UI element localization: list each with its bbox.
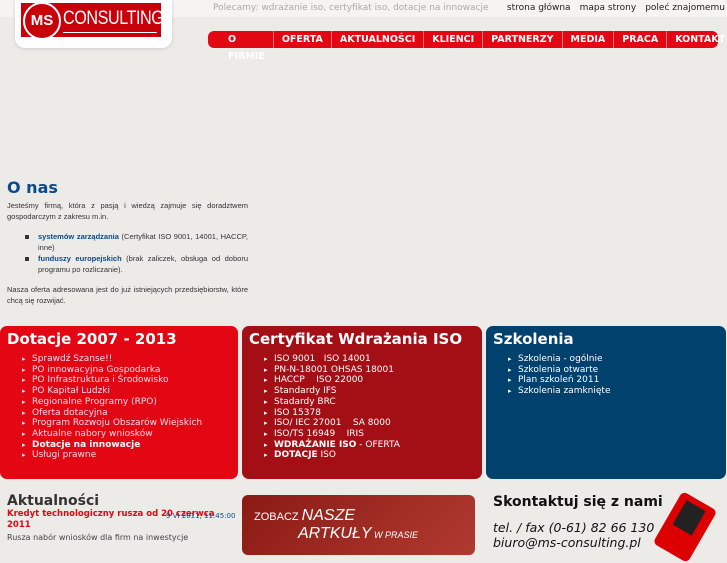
main-nav: O FIRMIE OFERTA AKTUALNOŚCI KLIENCI PART… [208,31,725,62]
logo[interactable]: MS CONSULTING [21,2,164,40]
banner-line1: ZOBACZ NASZE [254,507,355,525]
banner-text-bold: NASZE [301,507,356,524]
szkolenia-title: Szkolenia [493,330,574,348]
banner-line2: ARTKUŁY W PRASIE [298,525,418,543]
about-text: Jesteśmy firmą, która z pasją i wiedzą z… [7,200,248,306]
iso-link[interactable]: HACCP ISO 22000 [264,375,482,386]
nav-o-firmie[interactable]: O FIRMIE [220,31,274,62]
news-title: Aktualności [7,493,100,509]
szkolenia-link[interactable]: Szkolenia zamknięte [508,386,726,397]
dotacje-box: Dotacje 2007 - 2013 Sprawdź Szanse!! PO … [0,326,238,479]
about-item: systemów zarządzania (Certyfikat ISO 900… [25,231,248,253]
szkolenia-box: Szkolenia Szkolenia - ogólnie Szkolenia … [486,326,726,479]
logo-text: CONSULTING [63,8,164,29]
about-title: O nas [7,178,58,197]
contact-title: Skontaktuj się z nami [493,494,663,510]
banner-text-small: W PRASIE [371,530,419,540]
press-articles-banner[interactable]: ZOBACZ NASZE ARTKUŁY W PRASIE [242,495,475,555]
nav-oferta[interactable]: OFERTA [274,31,332,48]
logo-box[interactable]: MS CONSULTING [15,0,172,48]
tagline: Polecamy: wdrażanie iso, certyfikat iso,… [213,3,489,13]
iso-link-rest: ISO [317,450,336,461]
nav-media[interactable]: MEDIA [563,31,615,48]
about-outro: Nasza oferta adresowana jest do już istn… [7,285,248,305]
link-recommend[interactable]: poleć znajomemu [645,3,725,13]
about-item: funduszy europejskich (brak zaliczek, ob… [25,253,248,275]
dotacje-link[interactable]: Program Rozwoju Obszarów Wiejskich [22,418,238,429]
contact-section: Skontaktuj się z nami tel. / fax (0-61) … [493,494,663,550]
iso-link[interactable]: ISO/ IEC 27001 SA 8000 [264,418,482,429]
szkolenia-link[interactable]: Szkolenia otwarte [508,365,726,376]
iso-link[interactable]: PN-N-18001 OHSAS 18001 [264,365,482,376]
logo-ms: MS [23,2,61,40]
link-home[interactable]: strona główna [507,3,571,13]
news-excerpt: Rusza nabór wniosków dla firm na inwesty… [7,533,189,542]
nav-kontakt[interactable]: KONTAKT [667,31,727,48]
dotacje-link[interactable]: Regionalne Programy (RPO) [22,397,238,408]
link-sitemap[interactable]: mapa strony [580,3,637,13]
dotacje-link[interactable]: Oferta dotacyjna [22,408,238,419]
szkolenia-link[interactable]: Szkolenia - ogólnie [508,354,726,365]
iso-title: Certyfikat Wdrażania ISO [249,330,463,348]
iso-link[interactable]: Stadardy BRC [264,397,482,408]
iso-link-rest: - OFERTA [356,439,400,450]
banner-text: ARTKUŁY [298,525,372,542]
dotacje-link[interactable]: Dotacje na innowacje [22,440,238,451]
nav-aktualnosci[interactable]: AKTUALNOŚCI [332,31,425,48]
contact-email[interactable]: biuro@ms-consulting.pl [493,535,663,550]
news-section: Aktualności Kredyt technologiczny rusza … [7,493,237,542]
iso-link-bold: DOTACJE [274,450,318,461]
contact-phone: tel. / fax (0-61) 82 66 130 [493,520,655,535]
dotacje-link[interactable]: PO innowacyjna Gospodarka [22,365,238,376]
iso-link-wdrazanie[interactable]: WDRAŻANIE ISO - OFERTA [264,439,482,451]
dotacje-link[interactable]: Sprawdź Szanse!! [22,354,238,365]
about-item-link[interactable]: systemów zarządzania [38,232,119,241]
dotacje-link[interactable]: Aktualne nabory wniosków [22,429,238,440]
nav-partnerzy[interactable]: PARTNERZY [483,31,563,48]
dotacje-link[interactable]: Usługi prawne [22,450,238,461]
news-headline[interactable]: Kredyt technologiczny rusza od 20 czerwc… [7,509,237,531]
banner-text: ZOBACZ [254,511,302,523]
iso-link-bold: WDRAŻANIE ISO [274,439,357,450]
iso-link[interactable]: ISO 15378 [264,408,482,419]
iso-link[interactable]: ISO 9001 ISO 14001 [264,354,482,365]
logo-underline [63,32,157,33]
iso-box: Certyfikat Wdrażania ISO ISO 9001 ISO 14… [242,326,482,479]
about-intro: Jesteśmy firmą, która z pasją i wiedzą z… [7,201,248,221]
szkolenia-link[interactable]: Plan szkoleń 2011 [508,375,726,386]
iso-link[interactable]: ISO/TS 16949 IRIS [264,429,482,440]
about-item-link[interactable]: funduszy europejskich [38,254,122,263]
dotacje-title: Dotacje 2007 - 2013 [7,330,177,348]
news-date: 9 VI 2011, 11:45:00 [166,512,236,520]
dotacje-link[interactable]: PO Kapitał Ludzki [22,386,238,397]
nav-klienci[interactable]: KLIENCI [424,31,484,48]
dotacje-link[interactable]: PO Infrastruktura i Środowisko [22,375,238,386]
iso-link[interactable]: Standardy IFS [264,386,482,397]
iso-link-dotacje[interactable]: DOTACJE ISO [264,450,482,461]
top-links: strona główna mapa strony poleć znajomem… [507,3,725,13]
nav-praca[interactable]: PRACA [614,31,668,48]
